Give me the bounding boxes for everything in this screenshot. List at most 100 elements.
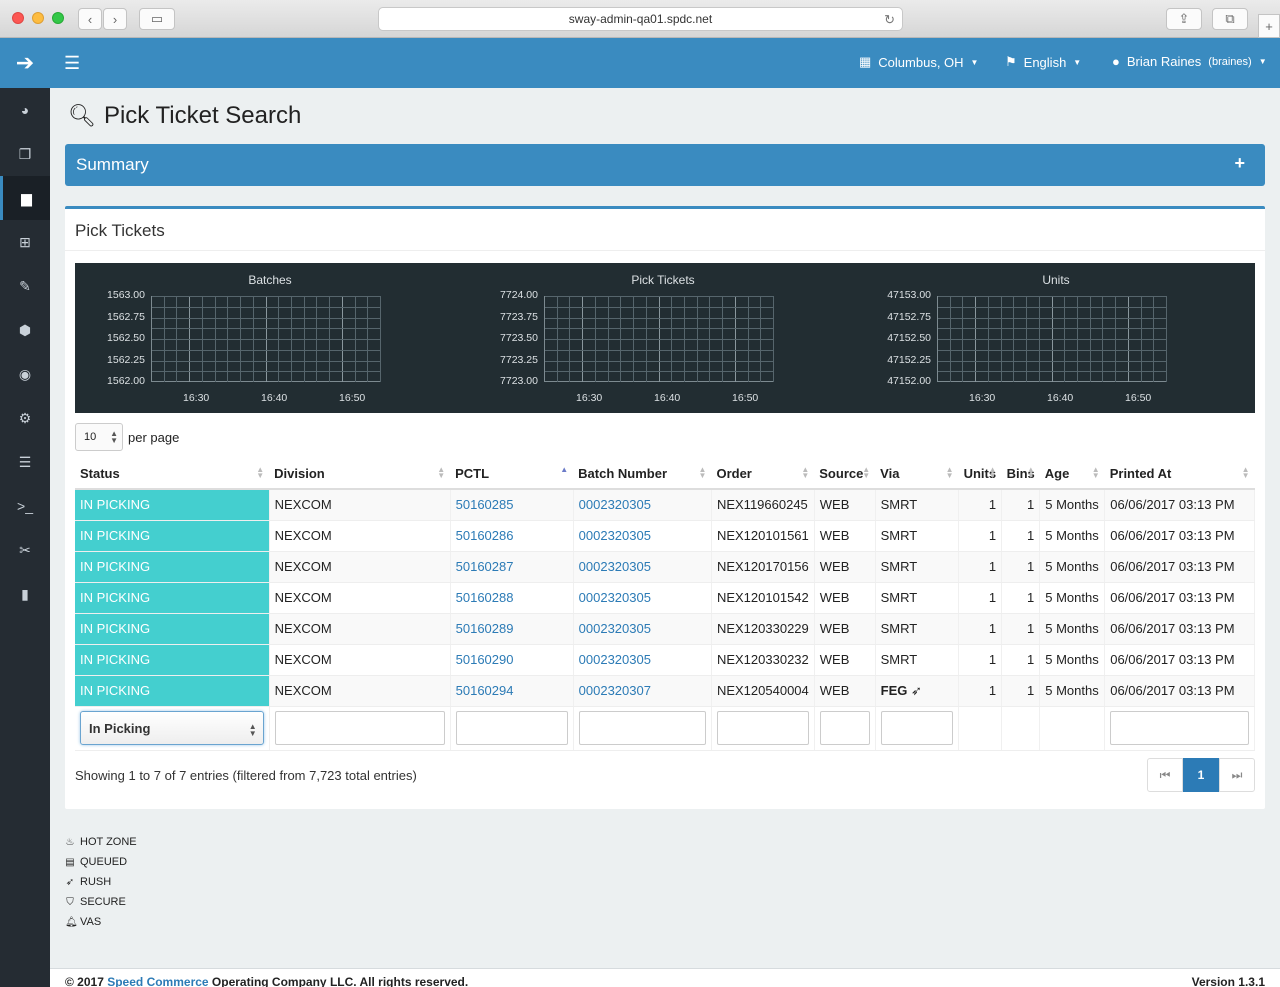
address-bar[interactable]: sway-admin-qa01.spdc.net ↻: [378, 7, 903, 31]
location-dropdown[interactable]: ▦ Columbus, OH ▼: [859, 54, 978, 70]
cell-bins: 1: [1001, 489, 1041, 521]
cell-batch: 0002320305: [573, 582, 712, 614]
first-page-icon[interactable]: ⏮: [1147, 758, 1183, 792]
bins-value: 1: [1027, 621, 1035, 636]
filter-cell: [1104, 706, 1255, 751]
column-filter-input[interactable]: [274, 711, 445, 745]
medkit-icon[interactable]: ⊞: [0, 220, 50, 264]
pctl-link[interactable]: 50160285: [456, 497, 514, 512]
via-value: SMRT: [880, 497, 918, 513]
tabs-icon[interactable]: ⧉: [1212, 8, 1248, 30]
cell-age: 5 Months: [1039, 489, 1106, 521]
column-header[interactable]: Batch Number ▲ ▼: [573, 458, 712, 490]
pctl-link[interactable]: 50160286: [456, 528, 514, 543]
batch-link[interactable]: 0002320305: [579, 528, 651, 543]
batch-link[interactable]: 0002320305: [579, 559, 651, 574]
column-header[interactable]: Printed At ▲ ▼: [1104, 458, 1255, 490]
pctl-link[interactable]: 50160290: [456, 652, 514, 667]
back-icon[interactable]: ‹: [78, 8, 102, 30]
batch-link[interactable]: 0002320305: [579, 652, 651, 667]
hamburger-menu-icon[interactable]: ☰: [64, 53, 80, 74]
language-dropdown[interactable]: ⚑ English ▼: [1005, 54, 1081, 70]
new-tab-icon[interactable]: +: [1258, 14, 1280, 38]
column-header[interactable]: Bins ▲ ▼: [1001, 458, 1040, 490]
division-value: NEXCOM: [274, 590, 332, 605]
documents-icon[interactable]: ❐: [0, 132, 50, 176]
filter-row: In Picking ▲ ▼: [75, 706, 1255, 751]
per-page-select[interactable]: 10 ▲ ▼: [75, 423, 123, 451]
cell-age: 5 Months: [1039, 644, 1106, 676]
column-header[interactable]: Status ▲ ▼: [75, 458, 270, 490]
filter-cell: [573, 706, 712, 751]
share-icon[interactable]: ⇪: [1166, 8, 1202, 30]
pctl-link[interactable]: 50160289: [456, 621, 514, 636]
cogs-icon[interactable]: ⚙: [0, 396, 50, 440]
expand-icon[interactable]: +: [1234, 153, 1245, 174]
sort-icon: ▲ ▼: [862, 465, 871, 480]
column-header[interactable]: Units ▲ ▼: [958, 458, 1002, 490]
minimize-window-button[interactable]: [32, 12, 44, 24]
pctl-link[interactable]: 50160288: [456, 590, 514, 605]
company-link[interactable]: Speed Commerce: [107, 975, 208, 987]
column-header[interactable]: Source ▲ ▼: [814, 458, 876, 490]
y-tick-label: 7723.75: [500, 310, 538, 323]
column-filter-input[interactable]: [1110, 711, 1249, 745]
batch-link[interactable]: 0002320305: [579, 590, 651, 605]
dashboard-icon[interactable]: ◕: [0, 88, 50, 132]
terminal-icon[interactable]: >_: [0, 484, 50, 528]
column-header[interactable]: Order ▲ ▼: [711, 458, 815, 490]
pctl-link[interactable]: 50160287: [456, 559, 514, 574]
page-button[interactable]: 1: [1183, 758, 1219, 792]
age-value: 5 Months: [1045, 559, 1099, 574]
column-header-label: Order: [716, 465, 752, 481]
column-filter-input[interactable]: [819, 711, 870, 745]
wrench-icon[interactable]: ✎: [0, 264, 50, 308]
batch-link[interactable]: 0002320307: [579, 683, 651, 698]
zoom-window-button[interactable]: [52, 12, 64, 24]
x-tick-label: 16:50: [339, 392, 366, 404]
column-header[interactable]: PCTL ▲: [450, 458, 574, 490]
close-window-button[interactable]: [12, 12, 24, 24]
column-filter-input[interactable]: [880, 711, 954, 745]
table-row: IN PICKING NEXCOM 50160289 0002320305 NEX120…: [75, 613, 1255, 645]
last-page-icon[interactable]: ⏭: [1219, 758, 1255, 792]
summary-panel-header[interactable]: Summary +: [65, 144, 1265, 186]
cell-pctl: 50160285: [450, 489, 574, 521]
reload-icon[interactable]: ↻: [884, 12, 895, 28]
sort-icon: ▲ ▼: [945, 465, 954, 480]
column-filter-input[interactable]: [716, 711, 809, 745]
file-icon[interactable]: ▆: [0, 176, 50, 220]
sort-icon: ▲ ▼: [988, 465, 997, 480]
user-circle-icon[interactable]: ◉: [0, 352, 50, 396]
forward-icon[interactable]: ›: [103, 8, 127, 30]
column-header[interactable]: Age ▲ ▼: [1039, 458, 1105, 490]
page-title: 🔍︎ Pick Ticket Search: [68, 102, 301, 130]
filter-cell: [1001, 706, 1041, 751]
list-icon[interactable]: ☰: [0, 440, 50, 484]
age-value: 5 Months: [1045, 590, 1099, 605]
sidebar-toggle-icon[interactable]: ▭: [139, 8, 175, 30]
grid-lines: [152, 296, 381, 382]
cell-division: NEXCOM: [269, 489, 451, 521]
batch-link[interactable]: 0002320305: [579, 621, 651, 636]
pctl-link[interactable]: 50160294: [456, 683, 514, 698]
batch-link[interactable]: 0002320305: [579, 497, 651, 512]
table-row: IN PICKING NEXCOM 50160288 0002320305 NEX120…: [75, 582, 1255, 614]
units-value: 1: [988, 683, 997, 698]
printed-value: 06/06/2017 03:13 PM: [1110, 590, 1235, 605]
column-header[interactable]: Via ▲ ▼: [875, 458, 959, 490]
legend-label: VAS: [80, 916, 102, 928]
column-filter-input[interactable]: [578, 711, 706, 745]
cell-via: SMRT: [875, 613, 960, 645]
column-filter-input[interactable]: [455, 711, 568, 745]
cube-icon[interactable]: ⬢: [0, 308, 50, 352]
user-dropdown[interactable]: ● Brian Raines (braines) ▼: [1112, 54, 1267, 69]
plug-icon[interactable]: ✂: [0, 528, 50, 572]
status-filter-select[interactable]: In Picking ▲ ▼: [80, 711, 264, 745]
plot-area: [937, 296, 1167, 382]
division-value: NEXCOM: [274, 621, 332, 636]
browser-toolbar: ‹ › ▭ sway-admin-qa01.spdc.net ↻ ⇪ ⧉ +: [0, 0, 1280, 38]
column-header[interactable]: Division ▲ ▼: [269, 458, 451, 490]
logo-arrow-icon[interactable]: ➔: [0, 38, 50, 88]
database-icon[interactable]: ▮: [0, 572, 50, 616]
